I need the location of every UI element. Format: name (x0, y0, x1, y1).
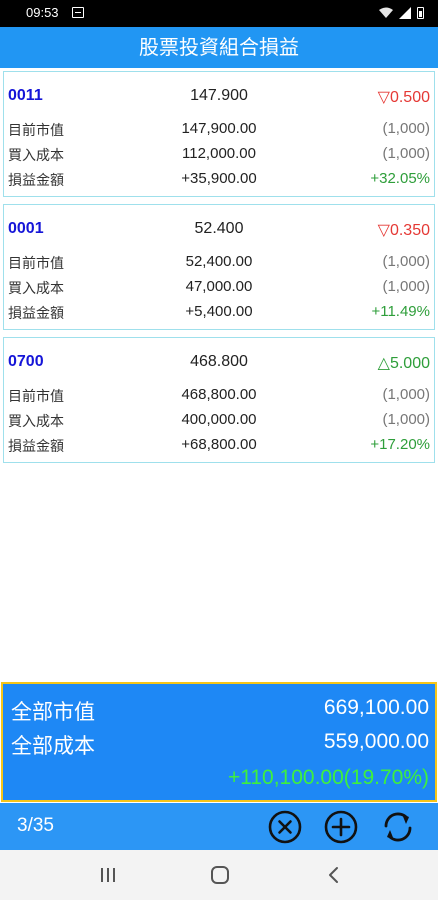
stock-change: ▽0.500 (377, 89, 430, 106)
stock-card[interactable]: 0011 147.900 ▽0.500 目前市值 147,900.00 (1,0… (3, 71, 435, 197)
row-percent: +32.05% (370, 170, 430, 187)
market-value-row: 目前市值 52,400.00 (1,000) (4, 253, 434, 275)
battery-icon (417, 7, 424, 19)
stock-code: 0011 (8, 87, 43, 104)
total-cost-label: 全部成本 (11, 734, 95, 758)
refresh-icon[interactable] (380, 809, 416, 845)
page-title: 股票投資組合損益 (0, 27, 438, 68)
row-label: 損益金額 (8, 306, 64, 322)
row-value: +5,400.00 (185, 303, 253, 320)
row-label: 損益金額 (8, 439, 64, 455)
status-icons (379, 6, 424, 20)
system-nav-bar (0, 850, 438, 900)
profit-row: 損益金額 +68,800.00 +17.20% (4, 436, 434, 458)
stock-code: 0001 (8, 220, 44, 237)
row-label: 目前市值 (8, 123, 64, 139)
cost-row: 買入成本 112,000.00 (1,000) (4, 145, 434, 167)
profit-row: 損益金額 +5,400.00 +11.49% (4, 303, 434, 325)
recent-apps-icon[interactable] (96, 864, 120, 886)
row-value: +68,800.00 (181, 436, 257, 453)
total-cost-value: 559,000.00 (323, 730, 429, 753)
total-market-label: 全部市值 (11, 700, 95, 724)
wifi-icon (379, 7, 393, 18)
stock-change: △5.000 (377, 355, 430, 372)
row-value: 47,000.00 (185, 278, 253, 295)
total-gain: +110,100.00(19.70%) (227, 766, 429, 789)
portfolio-summary: 全部市值 669,100.00 全部成本 559,000.00 +110,100… (1, 682, 437, 802)
row-percent: +17.20% (370, 436, 430, 453)
row-percent: +11.49% (371, 303, 430, 320)
cost-row: 買入成本 400,000.00 (1,000) (4, 411, 434, 433)
stock-price: 52.400 (194, 220, 244, 237)
status-time: 09:53 (26, 5, 59, 20)
home-icon[interactable] (208, 864, 232, 886)
row-quantity: (1,000) (382, 411, 430, 428)
signal-icon (399, 7, 411, 19)
stock-price: 468.800 (190, 353, 248, 370)
market-value-row: 目前市值 468,800.00 (1,000) (4, 386, 434, 408)
row-value: 400,000.00 (181, 411, 257, 428)
back-icon[interactable] (322, 864, 346, 886)
market-value-row: 目前市值 147,900.00 (1,000) (4, 120, 434, 142)
close-circle-icon[interactable] (267, 809, 303, 845)
cost-row: 買入成本 47,000.00 (1,000) (4, 278, 434, 300)
notification-icon (72, 7, 84, 18)
row-quantity: (1,000) (382, 278, 430, 295)
stock-card[interactable]: 0700 468.800 △5.000 目前市值 468,800.00 (1,0… (3, 337, 435, 463)
total-market-value: 669,100.00 (323, 696, 429, 719)
row-label: 買入成本 (8, 281, 64, 297)
stock-card[interactable]: 0001 52.400 ▽0.350 目前市值 52,400.00 (1,000… (3, 204, 435, 330)
row-label: 買入成本 (8, 414, 64, 430)
row-label: 目前市值 (8, 389, 64, 405)
row-quantity: (1,000) (382, 386, 430, 403)
row-quantity: (1,000) (382, 120, 430, 137)
row-value: 52,400.00 (185, 253, 253, 270)
row-value: 147,900.00 (181, 120, 257, 137)
add-circle-icon[interactable] (323, 809, 359, 845)
stock-code: 0700 (8, 353, 44, 370)
status-bar: 09:53 (0, 0, 438, 27)
row-value: 468,800.00 (181, 386, 257, 403)
row-quantity: (1,000) (382, 253, 430, 270)
page-indicator: 3/35 (17, 815, 54, 836)
bottom-toolbar: 3/35 (0, 803, 438, 850)
row-label: 買入成本 (8, 148, 64, 164)
stock-change: ▽0.350 (377, 222, 430, 239)
row-quantity: (1,000) (382, 145, 430, 162)
row-value: +35,900.00 (181, 170, 257, 187)
stock-price: 147.900 (190, 87, 248, 104)
profit-row: 損益金額 +35,900.00 +32.05% (4, 170, 434, 192)
row-value: 112,000.00 (182, 145, 256, 162)
row-label: 目前市值 (8, 256, 64, 272)
row-label: 損益金額 (8, 173, 64, 189)
